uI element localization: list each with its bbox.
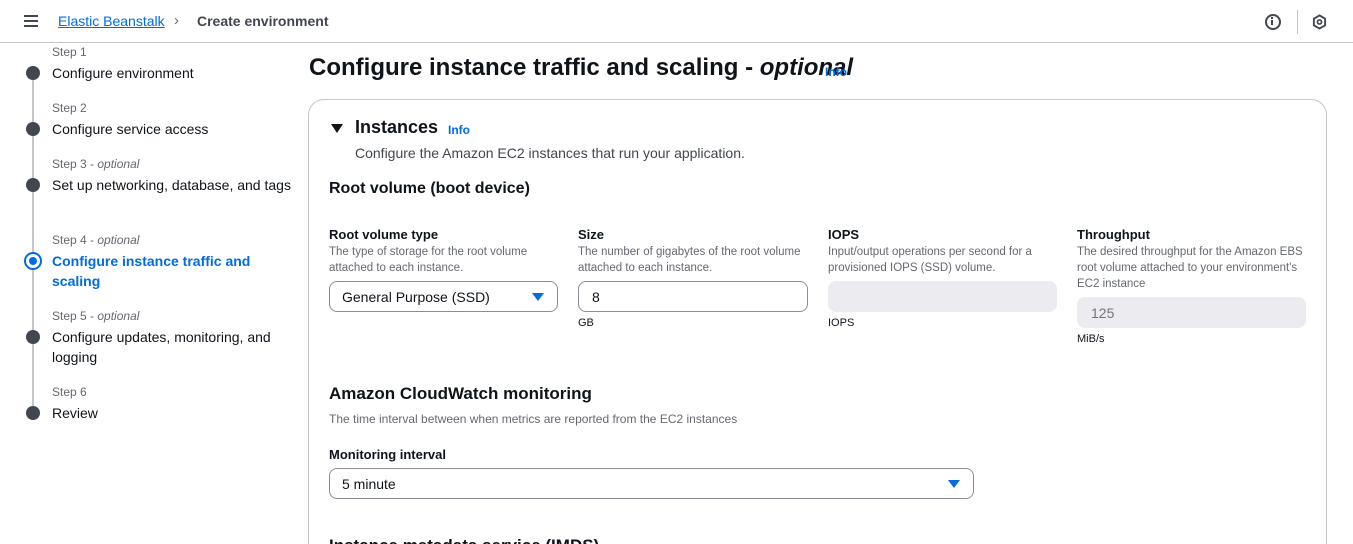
throughput-label: Throughput [1077, 227, 1150, 242]
instances-container: Instances Info Configure the Amazon EC2 … [308, 99, 1327, 544]
size-label: Size [578, 227, 605, 242]
step-status-dot [26, 178, 40, 192]
throughput-description: The desired throughput for the Amazon EB… [1077, 246, 1303, 290]
step-status-dot [26, 66, 40, 80]
instances-info-link[interactable]: Info [448, 123, 470, 137]
step-status-dot-active [24, 252, 42, 270]
caret-down-icon [532, 293, 544, 301]
step-number: Step 1 [52, 45, 87, 59]
step-number: Step 2 [52, 101, 87, 115]
step-status-dot [26, 122, 40, 136]
step-title[interactable]: Configure service access [52, 119, 292, 139]
size-input[interactable] [578, 281, 808, 312]
step-title[interactable]: Configure updates, monitoring, and loggi… [52, 327, 292, 367]
iops-input [828, 281, 1057, 312]
step-title[interactable]: Configure instance traffic and scaling [52, 251, 292, 291]
step-number: Step 5 - optional [52, 309, 140, 323]
monitoring-interval-label: Monitoring interval [329, 447, 446, 462]
step-number: Step 3 - optional [52, 157, 140, 171]
root-volume-type-value: General Purpose (SSD) [342, 289, 490, 305]
instances-description: Configure the Amazon EC2 instances that … [355, 145, 745, 161]
root-volume-type-label: Root volume type [329, 227, 439, 242]
top-navigation-bar: Elastic Beanstalk › Create environment [0, 0, 1353, 43]
throughput-unit: MiB/s [1077, 333, 1105, 345]
step-number: Step 4 - optional [52, 233, 140, 247]
divider [1297, 10, 1298, 34]
breadcrumb-elastic-beanstalk[interactable]: Elastic Beanstalk [58, 13, 165, 29]
root-volume-type-description: The type of storage for the root volume … [329, 246, 528, 274]
root-volume-heading: Root volume (boot device) [329, 180, 530, 197]
caret-down-icon[interactable] [331, 124, 343, 133]
breadcrumb-current: Create environment [197, 13, 329, 29]
step-number: Step 6 [52, 385, 87, 399]
info-icon[interactable] [1265, 14, 1281, 30]
caret-down-icon [948, 480, 960, 488]
step-connector [32, 344, 34, 414]
imds-heading: Instance metadata service (IMDS) [329, 536, 599, 544]
iops-unit: IOPS [828, 317, 855, 329]
step-title[interactable]: Set up networking, database, and tags [52, 175, 292, 195]
instances-section-title[interactable]: Instances [355, 117, 438, 138]
menu-icon[interactable] [24, 15, 38, 27]
page-info-link[interactable]: Info [825, 65, 847, 79]
settings-hexagon-icon[interactable] [1312, 14, 1327, 30]
size-description: The number of gigabytes of the root volu… [578, 246, 801, 274]
step-title[interactable]: Configure environment [52, 63, 292, 83]
step-connector [32, 270, 34, 338]
root-volume-type-select[interactable]: General Purpose (SSD) [329, 281, 558, 312]
step-status-dot [26, 330, 40, 344]
chevron-right-icon: › [174, 12, 179, 29]
monitoring-interval-value: 5 minute [342, 476, 396, 492]
iops-label: IOPS [828, 227, 860, 242]
cloudwatch-heading: Amazon CloudWatch monitoring [329, 384, 592, 403]
cloudwatch-description: The time interval between when metrics a… [329, 412, 738, 426]
wizard-step-navigation: Step 1 Configure environment Step 2 Conf… [0, 43, 300, 544]
page-title: Configure instance traffic and scaling -… [309, 54, 854, 81]
step-title[interactable]: Review [52, 403, 292, 423]
step-status-dot [26, 406, 40, 420]
iops-description: Input/output operations per second for a… [828, 246, 1032, 274]
size-unit: GB [578, 317, 594, 329]
monitoring-interval-select[interactable]: 5 minute [329, 468, 974, 499]
throughput-input [1077, 297, 1306, 328]
